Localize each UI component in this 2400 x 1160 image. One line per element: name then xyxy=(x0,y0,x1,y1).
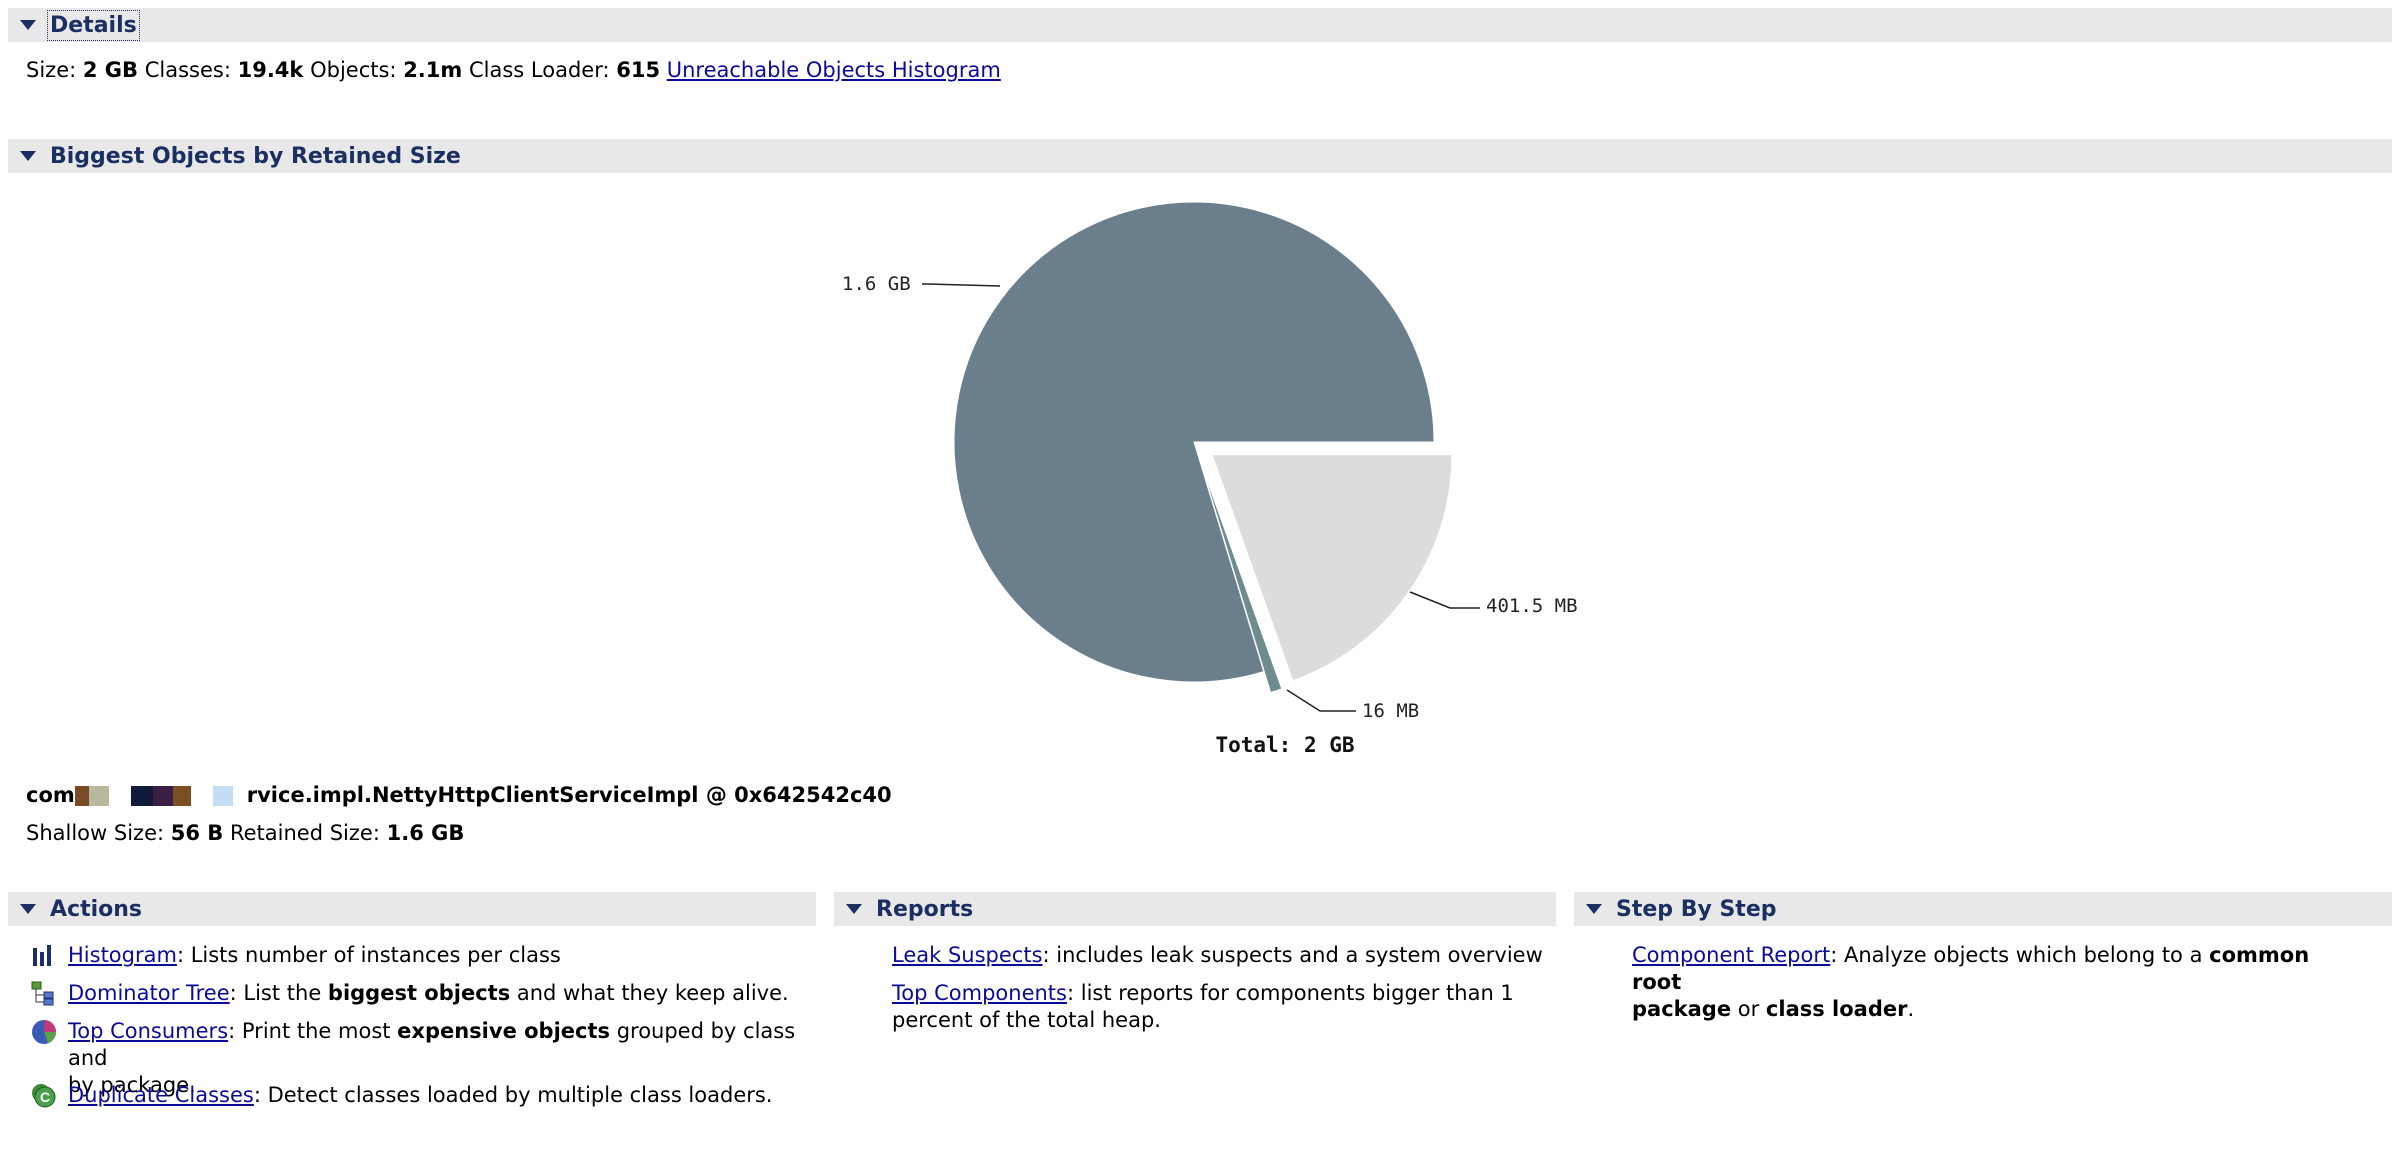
reports-title: Reports xyxy=(876,896,974,922)
collapse-triangle-icon[interactable] xyxy=(20,151,36,161)
pie-slice-label: 401.5 MB xyxy=(1486,595,1578,617)
step-by-step-header[interactable]: Step By Step xyxy=(1574,892,2392,926)
biggest-object-name[interactable]: com rvice.impl.NettyHttpClientServiceImpl… xyxy=(26,783,892,807)
action-histogram: Histogram: Lists number of instances per… xyxy=(30,942,810,970)
action-duplicate-classes: C Duplicate Classes: Detect classes load… xyxy=(30,1082,810,1110)
top-consumers-icon xyxy=(32,1020,56,1044)
unreachable-objects-histogram-link[interactable]: Unreachable Objects Histogram xyxy=(667,58,1001,82)
biggest-objects-header[interactable]: Biggest Objects by Retained Size xyxy=(8,139,2392,173)
pie-slice-label: 16 MB xyxy=(1362,700,1419,722)
biggest-object-sizes: Shallow Size: 56 B Retained Size: 1.6 GB xyxy=(26,821,465,845)
top-components-link[interactable]: Top Components xyxy=(892,981,1067,1005)
classes-value: 19.4k xyxy=(237,58,304,82)
actions-title: Actions xyxy=(50,896,142,922)
dominator-tree-link[interactable]: Dominator Tree xyxy=(68,981,230,1005)
collapse-triangle-icon[interactable] xyxy=(20,20,36,30)
details-title[interactable]: Details xyxy=(47,9,140,41)
pie-slice[interactable] xyxy=(953,201,1435,683)
pie-slice[interactable] xyxy=(1211,454,1453,682)
duplicate-classes-link[interactable]: Duplicate Classes xyxy=(68,1083,254,1107)
collapse-triangle-icon[interactable] xyxy=(1586,904,1602,914)
duplicate-classes-icon: C xyxy=(32,1084,56,1108)
reports-header[interactable]: Reports xyxy=(834,892,1556,926)
component-report-link[interactable]: Component Report xyxy=(1632,943,1830,967)
histogram-icon xyxy=(33,945,51,966)
actions-header[interactable]: Actions xyxy=(8,892,816,926)
step-by-step-title: Step By Step xyxy=(1616,896,1777,922)
shallow-size-value: 56 B xyxy=(170,821,224,845)
collapse-triangle-icon[interactable] xyxy=(846,904,862,914)
pie-leader-line xyxy=(1409,591,1480,609)
classloader-value: 615 xyxy=(616,58,661,82)
report-leak-suspects: Leak Suspects: includes leak suspects an… xyxy=(892,943,1543,967)
pie-slice[interactable] xyxy=(1200,462,1283,694)
pie-leader-line xyxy=(1286,689,1356,712)
report-top-components: Top Components: list reports for compone… xyxy=(892,981,1514,1032)
retained-size-value: 1.6 GB xyxy=(386,821,465,845)
details-summary: Size: 2 GB Classes: 19.4k Objects: 2.1m … xyxy=(26,58,1001,82)
action-dominator-tree: Dominator Tree: List the biggest objects… xyxy=(30,980,810,1008)
redacted-block xyxy=(74,783,247,807)
objects-value: 2.1m xyxy=(403,58,463,82)
biggest-objects-title: Biggest Objects by Retained Size xyxy=(50,143,461,169)
size-value: 2 GB xyxy=(82,58,139,82)
svg-text:C: C xyxy=(40,1089,50,1105)
details-header[interactable]: Details xyxy=(8,8,2392,42)
pie-leader-line xyxy=(922,283,1001,287)
step-component-report: Component Report: Analyze objects which … xyxy=(1632,943,2310,1021)
dominator-tree-icon xyxy=(31,981,54,1006)
leak-suspects-link[interactable]: Leak Suspects xyxy=(892,943,1043,967)
top-consumers-link[interactable]: Top Consumers xyxy=(68,1019,228,1043)
histogram-link[interactable]: Histogram xyxy=(68,943,177,967)
pie-slice-label: 1.6 GB xyxy=(842,273,911,295)
collapse-triangle-icon[interactable] xyxy=(20,904,36,914)
pie-total-label: Total: 2 GB xyxy=(1215,733,1354,757)
